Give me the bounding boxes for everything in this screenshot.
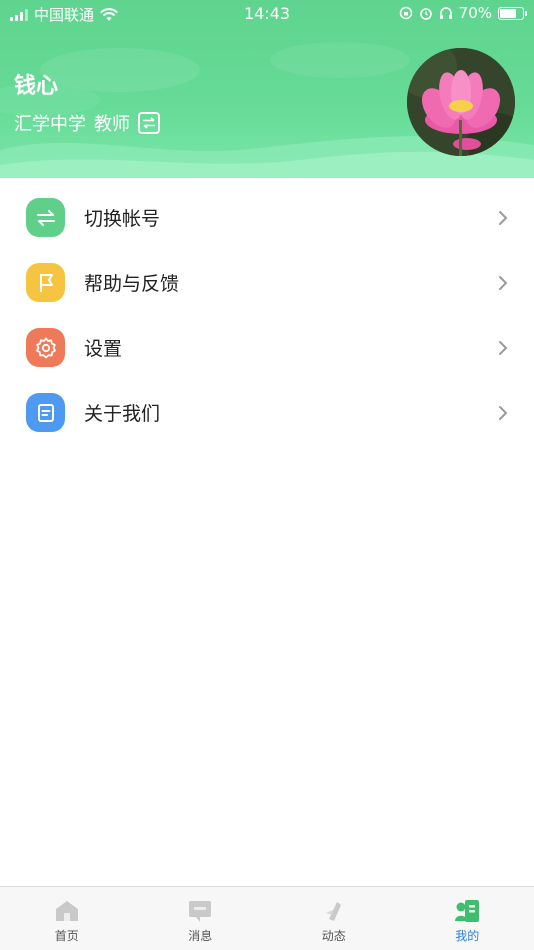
battery-icon bbox=[498, 6, 527, 20]
gear-icon bbox=[26, 328, 65, 367]
menu-item-label: 帮助与反馈 bbox=[84, 273, 180, 295]
alarm-icon bbox=[419, 8, 432, 20]
tab-messages[interactable]: 消息 bbox=[134, 887, 268, 950]
tab-label: 消息 bbox=[188, 929, 213, 943]
menu-item-about-us[interactable]: 关于我们 bbox=[0, 380, 534, 445]
battery-percent: 70% bbox=[458, 4, 492, 22]
chevron-right-icon bbox=[499, 405, 508, 420]
menu-item-switch-account[interactable]: 切换帐号 bbox=[0, 185, 534, 250]
switch-account-icon bbox=[26, 198, 65, 237]
document-icon bbox=[26, 393, 65, 432]
school-name: 汇学中学 bbox=[14, 114, 86, 135]
feed-icon bbox=[325, 902, 341, 921]
tab-label: 动态 bbox=[321, 929, 346, 943]
menu-item-label: 设置 bbox=[84, 338, 123, 360]
tab-feed[interactable]: 动态 bbox=[267, 887, 401, 950]
rotation-lock-icon bbox=[399, 6, 412, 20]
tab-label: 首页 bbox=[54, 929, 79, 943]
home-icon bbox=[55, 901, 78, 921]
user-info: 汇学中学 教师 bbox=[14, 110, 160, 136]
bottom-tab-bar: 首页 消息 动态 我的 bbox=[0, 886, 534, 950]
user-name: 钱心 bbox=[14, 74, 59, 99]
chevron-right-icon bbox=[499, 340, 508, 355]
avatar[interactable] bbox=[407, 48, 515, 156]
profile-header: 中国联通 14:43 70% 钱心 汇学中学 教师 bbox=[0, 0, 534, 178]
tab-home[interactable]: 首页 bbox=[0, 887, 134, 950]
switch-role-icon[interactable] bbox=[138, 112, 160, 134]
profile-icon bbox=[455, 900, 480, 922]
menu-item-label: 关于我们 bbox=[84, 403, 161, 425]
headphones-icon bbox=[439, 7, 452, 19]
menu-item-settings[interactable]: 设置 bbox=[0, 315, 534, 380]
chevron-right-icon bbox=[499, 275, 508, 290]
message-icon bbox=[189, 901, 212, 922]
menu-list: 切换帐号 帮助与反馈 设置 关于我们 bbox=[0, 185, 534, 445]
tab-profile[interactable]: 我的 bbox=[401, 887, 534, 950]
menu-item-help-feedback[interactable]: 帮助与反馈 bbox=[0, 250, 534, 315]
status-bar: 中国联通 14:43 70% bbox=[0, 0, 534, 28]
user-role: 教师 bbox=[94, 114, 130, 135]
flag-icon bbox=[26, 263, 65, 302]
lotus-flower-avatar-image bbox=[407, 48, 515, 156]
menu-item-label: 切换帐号 bbox=[84, 208, 161, 230]
tab-label: 我的 bbox=[455, 929, 480, 943]
chevron-right-icon bbox=[499, 210, 508, 225]
